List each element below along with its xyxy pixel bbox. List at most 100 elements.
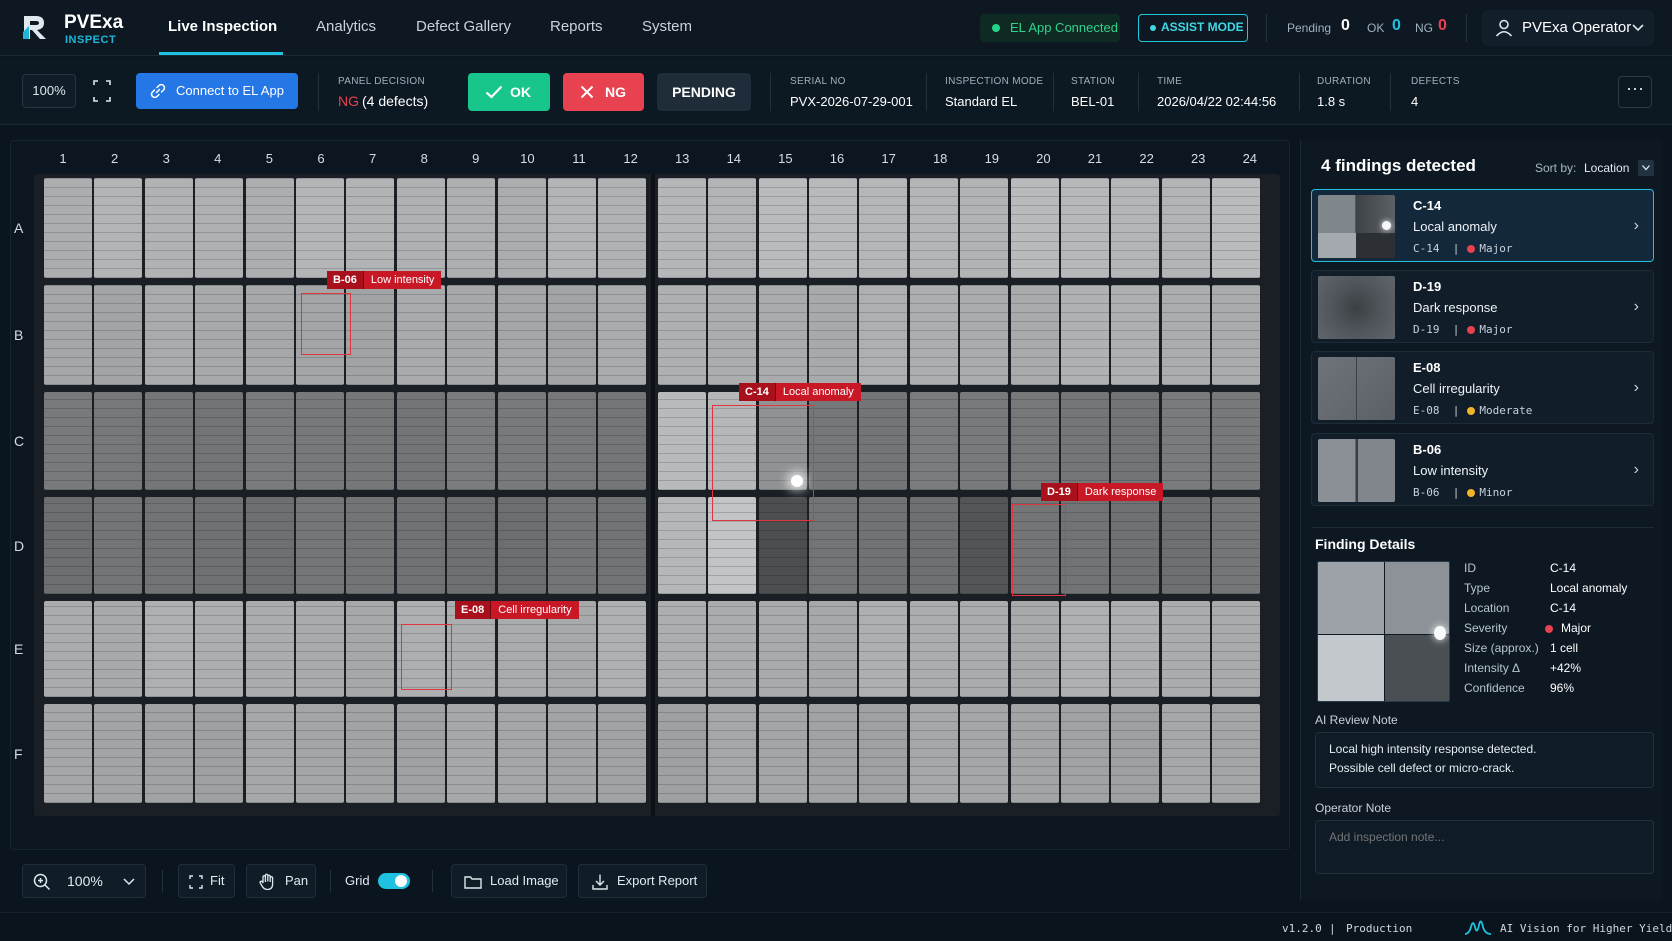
defect-tag-c14[interactable]: C-14 Local anomaly (739, 383, 861, 401)
panel-cell (657, 497, 706, 594)
finding-card[interactable]: D-19 Dark response D-19 | Major › (1311, 270, 1654, 343)
panel-cell (245, 392, 294, 490)
panel-cell (447, 178, 496, 278)
panel-cell (809, 497, 857, 594)
sort-select-value: Location (1584, 161, 1630, 175)
panel-cell (859, 601, 908, 697)
panel-cell (447, 285, 496, 385)
link-icon (150, 83, 166, 99)
defect-tag-type: Cell irregularity (490, 601, 579, 619)
zoom-level-display[interactable]: 100% (22, 74, 76, 108)
app-logo[interactable]: PVExa INSPECT (20, 12, 123, 46)
panel-cell (1010, 601, 1059, 697)
row-label: E (14, 641, 24, 657)
defect-tag-d19[interactable]: D-19 Dark response (1041, 483, 1164, 501)
panel-cell (548, 178, 596, 278)
panel-cell (195, 392, 244, 490)
panel-cell (960, 392, 1009, 490)
connect-el-app-button[interactable]: Connect to EL App (136, 73, 298, 109)
fullscreen-icon[interactable] (88, 74, 116, 108)
footer-tagline: AI Vision for Higher Yield (1500, 922, 1672, 935)
chevron-down-icon (1638, 160, 1654, 176)
panel-cell (447, 497, 496, 594)
panel-cell (548, 392, 596, 490)
finding-card[interactable]: C-14 Local anomaly C-14 | Major › (1311, 189, 1654, 262)
divider (432, 870, 433, 892)
sort-select[interactable]: Location (1584, 158, 1654, 178)
panel-cell (859, 285, 908, 385)
fit-icon (189, 875, 203, 889)
ai-review-note: Local high intensity response detected. … (1315, 732, 1654, 788)
defect-tag-e08[interactable]: E-08 Cell irregularity (455, 601, 579, 619)
finding-card[interactable]: B-06 Low intensity B-06 | Minor › (1311, 433, 1654, 506)
finding-meta: B-06 | Minor (1413, 486, 1513, 499)
panel-cell (598, 497, 647, 594)
panel-cell (909, 285, 958, 385)
column-number: 7 (368, 151, 377, 166)
status-footer: v1.2.0 | Production AI Vision for Higher… (0, 912, 1672, 941)
panel-cell (809, 178, 857, 278)
ok-button-label: OK (510, 84, 531, 100)
defect-box-b06[interactable] (301, 293, 351, 355)
panel-cell (195, 285, 244, 385)
panel-cell (1111, 704, 1160, 803)
defect-box-d19[interactable] (1012, 504, 1066, 596)
panel-cell (44, 392, 92, 490)
column-number: 1 (59, 151, 67, 166)
fit-button[interactable]: Fit (178, 864, 235, 898)
export-report-button[interactable]: Export Report (578, 864, 707, 898)
panel-cell (859, 392, 908, 490)
pan-button[interactable]: Pan (246, 864, 316, 898)
tab-system[interactable]: System (642, 18, 692, 35)
defect-tag-b06[interactable]: B-06 Low intensity (327, 271, 442, 289)
panel-cell (296, 704, 344, 803)
panel-cell (859, 704, 908, 803)
tab-analytics[interactable]: Analytics (316, 18, 376, 35)
user-menu[interactable]: PVExa Operator (1482, 10, 1654, 46)
divider (926, 73, 927, 111)
panel-cell (497, 178, 546, 278)
finding-meta: C-14 | Major (1413, 242, 1513, 255)
load-image-button[interactable]: Load Image (451, 864, 567, 898)
more-options-icon[interactable]: ··· (1618, 76, 1652, 108)
panel-cell (909, 178, 958, 278)
panel-cell (548, 497, 596, 594)
column-number: 15 (778, 151, 793, 166)
ng-button-label: NG (605, 84, 626, 100)
panel-cell (94, 392, 143, 490)
tab-reports[interactable]: Reports (550, 18, 603, 35)
column-number: 10 (520, 151, 535, 166)
assist-mode-button[interactable]: ASSIST MODE (1138, 14, 1248, 42)
finding-card[interactable]: E-08 Cell irregularity E-08 | Moderate › (1311, 351, 1654, 424)
panel-cell (909, 392, 958, 490)
tab-live-inspection[interactable]: Live Inspection (168, 18, 277, 35)
tab-defect-gallery[interactable]: Defect Gallery (416, 18, 511, 35)
zoom-select[interactable]: 100% (22, 864, 146, 898)
panel-cell (1061, 704, 1109, 803)
panel-cell (859, 178, 908, 278)
connection-status-text: EL App Connected (1010, 20, 1118, 35)
column-number: 14 (726, 151, 742, 166)
panel-decision-detail: (4 defects) (362, 93, 429, 109)
defect-box-c14[interactable] (712, 405, 814, 521)
operator-note-input[interactable] (1315, 820, 1654, 874)
panel-cell (1212, 285, 1261, 385)
panel-cell (396, 178, 445, 278)
panel-cell (144, 704, 193, 803)
finding-type: Low intensity (1413, 463, 1489, 478)
defect-box-e08[interactable] (401, 624, 452, 690)
panel-cell (657, 704, 706, 803)
pending-button[interactable]: PENDING (657, 73, 751, 111)
ok-button[interactable]: OK (468, 73, 550, 111)
panel-cell (94, 285, 143, 385)
connect-el-app-label: Connect to EL App (176, 83, 284, 98)
row-label: B (14, 327, 24, 343)
detail-key: Intensity Δ (1464, 661, 1521, 675)
ng-button[interactable]: NG (563, 73, 644, 111)
panel-cell (1010, 285, 1059, 385)
panel-cell (548, 285, 596, 385)
panel-cell (1212, 497, 1261, 594)
grid-toggle[interactable] (378, 873, 410, 889)
column-number: 17 (881, 151, 896, 166)
panel-cell (598, 285, 647, 385)
